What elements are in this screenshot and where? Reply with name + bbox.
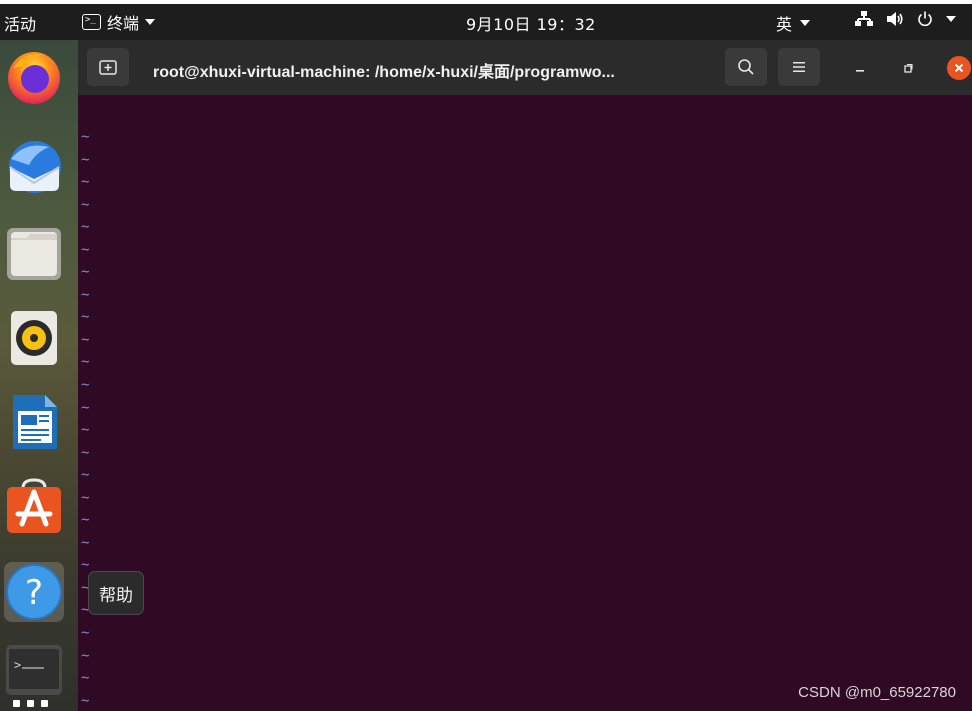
dock-item-firefox[interactable] xyxy=(4,46,64,106)
rhythmbox-icon xyxy=(11,311,57,365)
help-icon: ? xyxy=(6,564,62,620)
vim-tilde-line: ~ xyxy=(81,241,90,258)
svg-text:>: > xyxy=(14,658,21,672)
watermark: CSDN @m0_65922780 xyxy=(798,684,956,701)
vim-tilde-line: ~ xyxy=(81,196,90,213)
files-icon xyxy=(7,228,61,280)
svg-text:?: ? xyxy=(25,573,43,613)
terminal-window: root@xhuxi-virtual-machine: /home/x-huxi… xyxy=(78,40,972,711)
vim-tilde-line: ~ xyxy=(81,670,90,687)
close-button[interactable] xyxy=(947,56,971,80)
dock-item-files[interactable] xyxy=(4,223,64,283)
dock-item-help[interactable]: ? xyxy=(4,562,64,622)
dock: ? > xyxy=(0,40,78,711)
vim-tilde-line: ~ xyxy=(81,309,90,326)
power-icon xyxy=(918,11,932,27)
vim-tilde-line: ~ xyxy=(81,489,90,506)
terminal-app-icon: >_ xyxy=(82,14,101,30)
vim-empty-lines: ~ ~ ~ ~ ~ ~ ~ ~ ~ ~ ~ ~ ~ ~ ~ ~ ~ ~ ~ ~ ~ ~ ~ ~ ~ ~ xyxy=(81,126,89,711)
vim-tilde-line: ~ xyxy=(81,625,90,642)
firefox-icon xyxy=(8,52,60,104)
vim-tilde-line: ~ xyxy=(81,286,90,303)
clock[interactable]: 9月10日 19：32 xyxy=(466,11,596,35)
chevron-down-icon xyxy=(946,16,956,22)
chevron-down-icon xyxy=(800,20,811,26)
dock-item-rhythmbox[interactable] xyxy=(4,308,64,368)
vim-tilde-line: ~ xyxy=(81,444,90,461)
help-tooltip: 帮助 xyxy=(88,571,144,615)
vim-tilde-line: ~ xyxy=(81,264,90,281)
vim-tilde-line: ~ xyxy=(81,422,90,439)
vim-tilde-line: ~ xyxy=(81,219,90,236)
grid-dot-icon xyxy=(13,700,20,707)
input-method-menu[interactable]: 英 xyxy=(776,11,811,35)
vim-tilde-line: ~ xyxy=(81,377,90,394)
search-button[interactable] xyxy=(725,48,767,86)
vim-tilde-line: ~ xyxy=(81,399,90,416)
minimize-button[interactable] xyxy=(848,56,872,80)
vim-tilde-line: ~ xyxy=(81,174,90,191)
input-method-label: 英 xyxy=(776,15,793,34)
grid-dot-icon xyxy=(27,700,34,707)
network-icon xyxy=(855,11,873,26)
activities-button[interactable]: 活动 xyxy=(4,11,36,35)
help-tooltip-label: 帮助 xyxy=(99,585,133,606)
terminal-icon: > xyxy=(6,645,62,695)
dock-item-writer[interactable] xyxy=(4,392,64,452)
vim-tilde-line: ~ xyxy=(81,129,90,145)
dock-item-software[interactable] xyxy=(4,477,64,537)
maximize-button[interactable] xyxy=(896,56,920,80)
vim-tilde-line: ~ xyxy=(81,354,90,371)
volume-icon xyxy=(887,12,903,26)
hamburger-menu-icon xyxy=(793,62,805,72)
software-icon xyxy=(7,478,61,533)
restore-icon xyxy=(904,63,913,73)
vim-tilde-line: ~ xyxy=(81,692,90,709)
close-icon xyxy=(954,63,964,73)
grid-dot-icon xyxy=(41,700,48,707)
dock-item-terminal[interactable]: > xyxy=(4,640,64,700)
vim-tilde-line: ~ xyxy=(81,512,90,529)
window-title: root@xhuxi-virtual-machine: /home/x-huxi… xyxy=(153,64,615,81)
app-menu-label: 终端 xyxy=(107,14,140,33)
vim-tilde-line: ~ xyxy=(81,331,90,348)
search-icon xyxy=(738,59,754,75)
vim-tilde-line: ~ xyxy=(81,467,90,484)
chevron-down-icon xyxy=(145,19,156,25)
window-headerbar[interactable]: root@xhuxi-virtual-machine: /home/x-huxi… xyxy=(78,40,972,96)
minimize-icon xyxy=(856,70,864,72)
thunderbird-icon xyxy=(9,141,61,193)
vim-tilde-line: ~ xyxy=(81,534,90,551)
dock-item-thunderbird[interactable] xyxy=(4,138,64,198)
vim-tilde-line: ~ xyxy=(81,151,90,168)
show-applications-button[interactable] xyxy=(13,700,48,707)
terminal-content[interactable]: ~ ~ ~ ~ ~ ~ ~ ~ ~ ~ ~ ~ ~ ~ ~ ~ ~ ~ ~ ~ ~ ~ ~ ~ ~ ~ CSDN @m0_6592… xyxy=(78,96,972,711)
new-tab-button[interactable] xyxy=(87,48,129,86)
top-bar: 活动 >_ 终端 9月10日 19：32 英 xyxy=(0,0,972,40)
menu-button[interactable] xyxy=(778,48,820,86)
app-menu[interactable]: >_ 终端 xyxy=(82,10,156,34)
writer-icon xyxy=(13,395,57,449)
vim-tilde-line: ~ xyxy=(81,647,90,664)
new-tab-icon xyxy=(99,60,117,75)
system-menu[interactable] xyxy=(855,11,956,27)
